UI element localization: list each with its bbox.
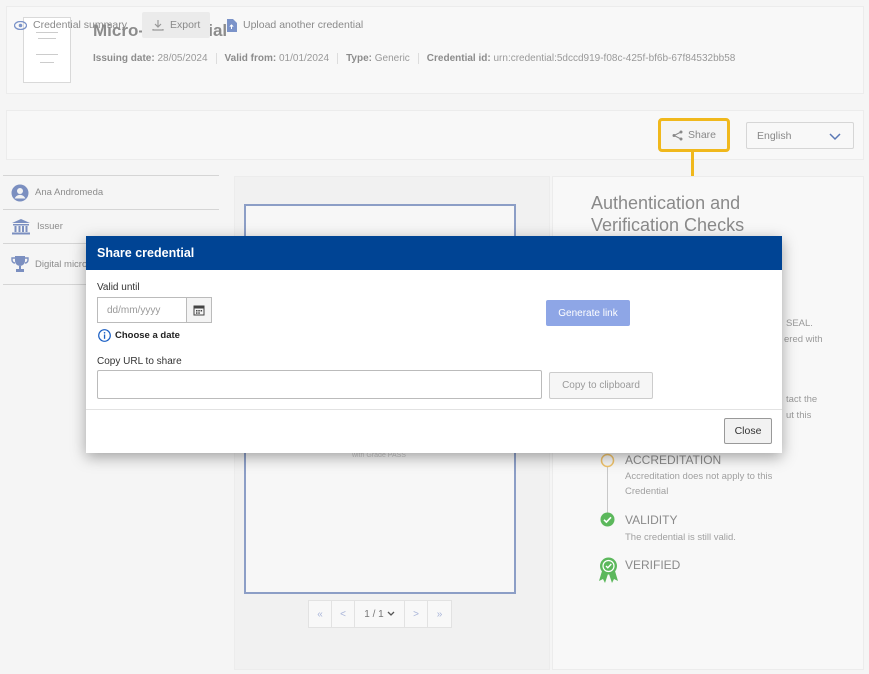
generate-link-button[interactable]: Generate link xyxy=(546,300,630,326)
page-select[interactable]: 1 / 1 xyxy=(355,601,405,627)
close-button[interactable]: Close xyxy=(724,418,772,444)
trophy-icon xyxy=(11,256,29,272)
institution-icon xyxy=(12,218,30,234)
share-icon xyxy=(672,130,683,140)
dialog-title: Share credential xyxy=(86,236,782,270)
accreditation-check-title: ACCREDITATION xyxy=(625,453,722,467)
credential-type: Generic xyxy=(374,53,410,64)
check-circle-icon xyxy=(600,512,615,527)
chevron-down-icon xyxy=(829,133,841,141)
copy-url-label: Copy URL to share xyxy=(97,356,182,367)
share-button[interactable]: Share xyxy=(658,118,730,152)
peek-text: SEAL. xyxy=(786,318,813,329)
next-page-button[interactable]: > xyxy=(405,601,428,627)
dialog-footer-divider xyxy=(86,409,782,410)
last-page-button[interactable]: » xyxy=(428,601,451,627)
date-hint: Choose a date xyxy=(98,329,180,342)
credential-meta: Issuing date: 28/05/2024 Valid from: 01/… xyxy=(93,53,736,64)
language-select[interactable]: English xyxy=(746,122,854,149)
credential-header: Micro-Credential Issuing date: 28/05/202… xyxy=(6,6,864,94)
validity-check-title: VALIDITY xyxy=(625,513,678,527)
verified-badge-icon xyxy=(599,557,618,583)
pagination: « < 1 / 1 > » xyxy=(308,600,452,628)
first-page-button[interactable]: « xyxy=(309,601,332,627)
credential-id: urn:credential:5dccd919-f08c-425f-bf6b-6… xyxy=(493,53,736,64)
export-button[interactable]: Export xyxy=(142,12,211,38)
verified-check-title: VERIFIED xyxy=(625,558,681,572)
file-upload-icon xyxy=(227,18,237,32)
eye-icon xyxy=(14,20,27,30)
accreditation-check-desc: Accreditation does not apply to this Cre… xyxy=(625,471,773,497)
timeline-line xyxy=(607,466,608,514)
upload-credential-button[interactable]: Upload another credential xyxy=(226,12,363,38)
peek-text: ut this xyxy=(786,410,812,421)
toolbar xyxy=(6,110,864,160)
download-icon xyxy=(152,20,164,31)
pending-circle-icon xyxy=(600,453,615,468)
issuing-date: 28/05/2024 xyxy=(157,53,208,64)
credential-summary-button[interactable]: Credential summary xyxy=(14,12,127,38)
document-text: with Grade PASS xyxy=(352,452,406,459)
valid-until-input[interactable]: dd/mm/yyyy xyxy=(97,297,187,323)
valid-until-label: Valid until xyxy=(97,282,140,293)
verification-title: Authentication and Verification Checks xyxy=(591,193,745,235)
share-credential-dialog: Share credential Valid until dd/mm/yyyy … xyxy=(86,236,782,453)
prev-page-button[interactable]: < xyxy=(332,601,355,627)
validity-check-desc: The credential is still valid. xyxy=(625,532,736,543)
chevron-down-icon xyxy=(387,611,395,616)
calendar-icon xyxy=(193,305,205,316)
copy-to-clipboard-button[interactable]: Copy to clipboard xyxy=(549,372,653,399)
calendar-button[interactable] xyxy=(186,297,212,323)
sidebar-item-holder[interactable]: Ana Andromeda xyxy=(3,175,219,209)
peek-text: ered with xyxy=(784,334,823,345)
share-url-input[interactable] xyxy=(97,370,542,399)
peek-text: tact the xyxy=(786,394,818,405)
person-icon xyxy=(11,184,29,201)
info-icon xyxy=(98,329,111,342)
valid-from: 01/01/2024 xyxy=(279,53,330,64)
